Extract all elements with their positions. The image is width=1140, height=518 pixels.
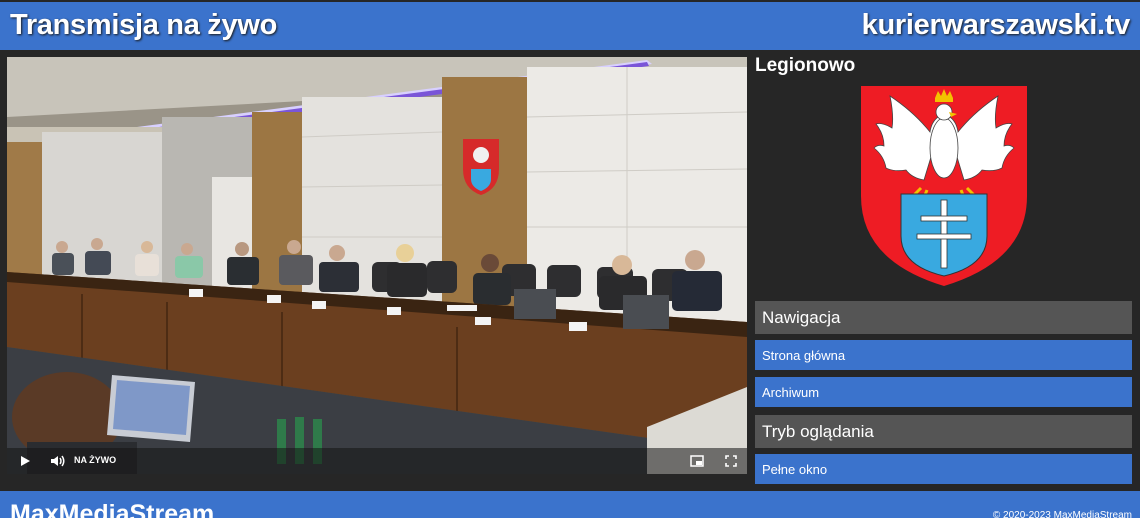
footer-copyright: © 2020-2023 MaxMediaStream [992,510,1132,518]
nav-link-home[interactable]: Strona główna [755,340,1132,370]
view-mode-section-heading: Tryb oglądania [755,415,1132,448]
video-player[interactable]: NA ŻYWO [7,57,747,474]
site-name[interactable]: kurierwarszawski.tv [862,9,1131,42]
nav-section-heading: Nawigacja [755,301,1132,334]
top-bar: Transmisja na żywo kurierwarszawski.tv [0,2,1140,50]
coat-of-arms-image [861,86,1027,286]
fullscreen-icon[interactable] [723,453,739,469]
footer: MaxMediaStream © 2020-2023 MaxMediaStrea… [0,491,1140,518]
live-label: NA ŻYWO [74,455,117,465]
city-name: Legionowo [755,55,856,76]
pip-icon[interactable] [689,453,705,469]
play-icon[interactable] [17,453,33,469]
nav-link-archive[interactable]: Archiwum [755,377,1132,407]
footer-brand: MaxMediaStream [10,500,215,518]
player-controls: NA ŻYWO [7,448,747,474]
volume-icon[interactable] [49,453,65,469]
page-title: Transmisja na żywo [10,9,277,41]
video-frame [7,57,747,474]
nav-link-full-window[interactable]: Pełne okno [755,454,1132,484]
